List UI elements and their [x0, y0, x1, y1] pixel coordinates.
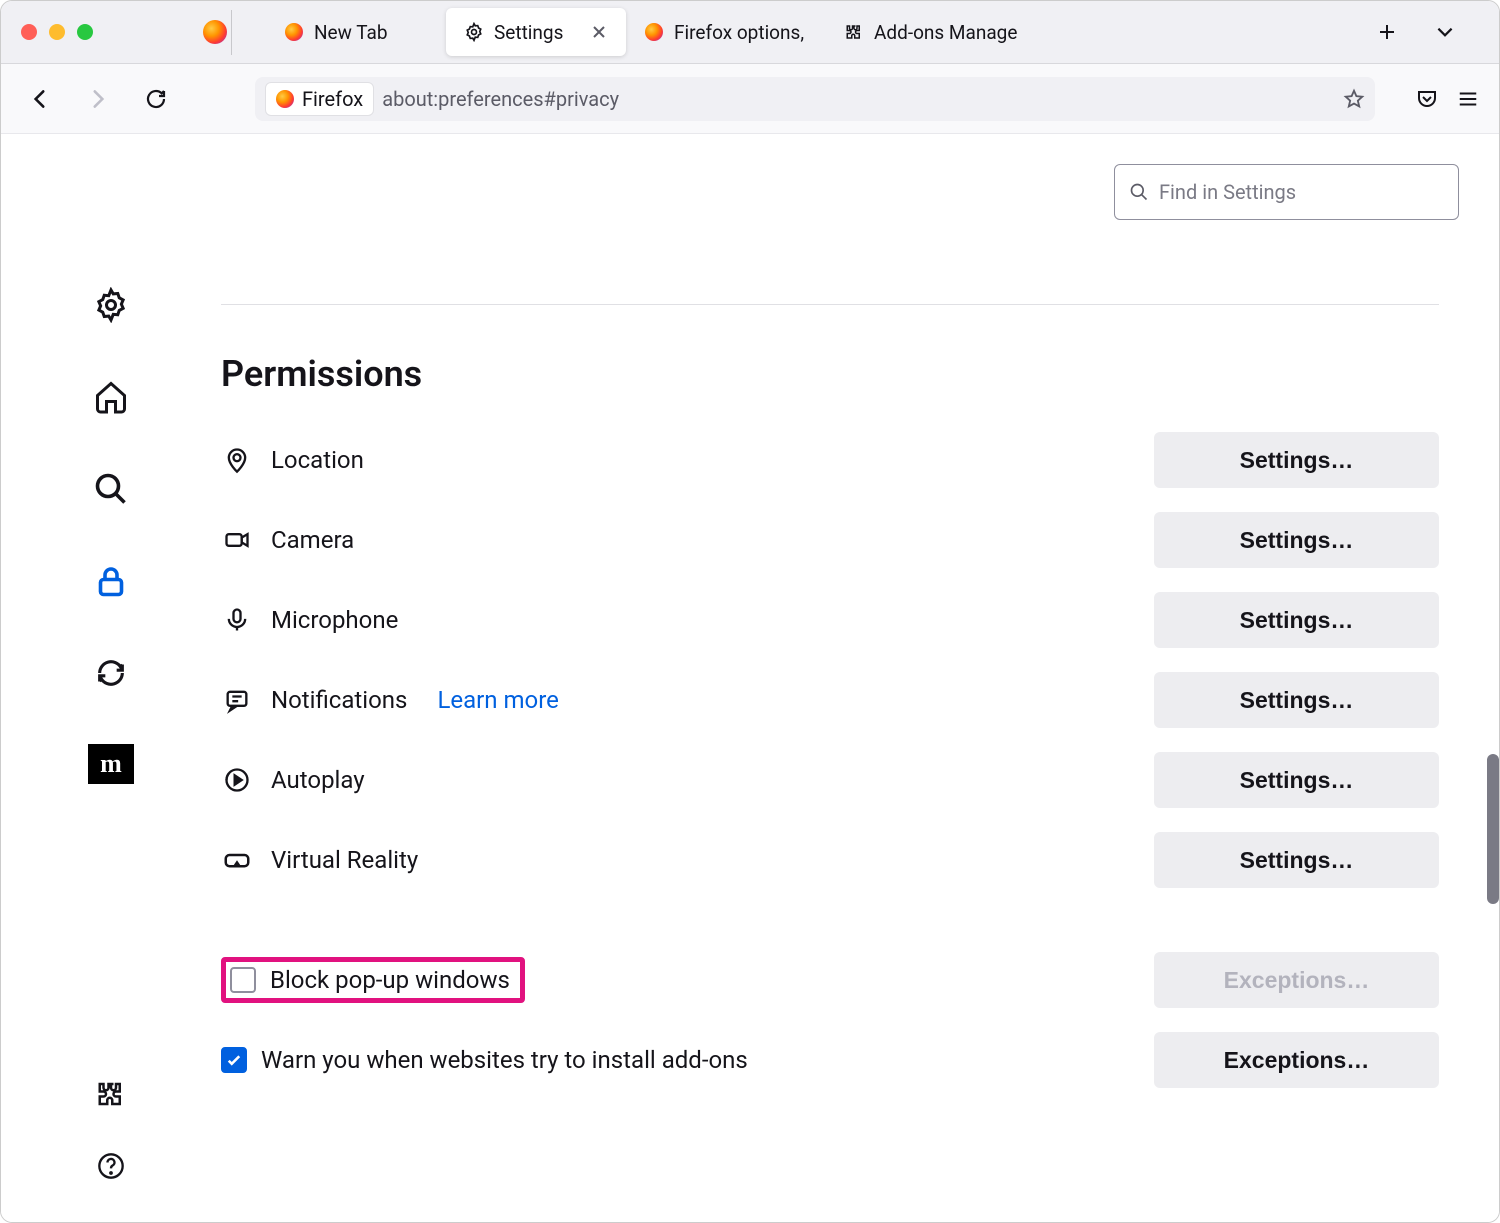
- tab-label: Settings: [494, 21, 563, 44]
- minimize-window-button[interactable]: [49, 24, 65, 40]
- tab-actions: [1373, 18, 1499, 46]
- close-window-button[interactable]: [21, 24, 37, 40]
- autoplay-icon: [221, 764, 253, 796]
- reload-button[interactable]: [137, 80, 175, 118]
- permissions-list: Location Settings… Camera Settings…: [221, 425, 1439, 1095]
- permission-label: Location: [271, 446, 364, 474]
- search-placeholder: Find in Settings: [1159, 180, 1296, 204]
- check-icon: [225, 1051, 243, 1069]
- location-settings-button[interactable]: Settings…: [1154, 432, 1439, 488]
- tabs: New Tab Settings Firefox options,: [266, 1, 1035, 63]
- permission-label: Camera: [271, 526, 354, 554]
- vr-icon: [221, 844, 253, 876]
- notifications-icon: [221, 684, 253, 716]
- autoplay-settings-button[interactable]: Settings…: [1154, 752, 1439, 808]
- tab-label: Add-ons Manage: [874, 21, 1017, 44]
- window-controls: [1, 24, 113, 40]
- sidebar-item-help[interactable]: [95, 1150, 127, 1182]
- block-popups-row: Block pop-up windows Exceptions…: [221, 945, 1439, 1015]
- sidebar-item-general[interactable]: [90, 284, 132, 326]
- warn-addons-checkbox[interactable]: [221, 1047, 247, 1073]
- permission-notifications: Notifications Learn more Settings…: [221, 665, 1439, 735]
- permissions-heading: Permissions: [221, 353, 1439, 395]
- sidebar-item-extensions[interactable]: [95, 1078, 127, 1110]
- warn-addons-row: Warn you when websites try to install ad…: [221, 1025, 1439, 1095]
- tab-label: Firefox options,: [674, 21, 804, 44]
- warn-addons-label: Warn you when websites try to install ad…: [261, 1046, 748, 1074]
- divider: [221, 304, 1439, 305]
- permission-label: Virtual Reality: [271, 846, 418, 874]
- firefox-app-icon: [203, 20, 227, 44]
- url-bar[interactable]: Firefox about:preferences#privacy: [255, 77, 1375, 121]
- notifications-settings-button[interactable]: Settings…: [1154, 672, 1439, 728]
- permission-camera: Camera Settings…: [221, 505, 1439, 575]
- maximize-window-button[interactable]: [77, 24, 93, 40]
- back-button[interactable]: [21, 80, 59, 118]
- identity-label: Firefox: [302, 87, 363, 111]
- sidebar-bottom: [95, 1078, 127, 1222]
- firefox-icon: [276, 90, 294, 108]
- list-all-tabs-button[interactable]: [1431, 18, 1459, 46]
- tab-bar: New Tab Settings Firefox options,: [1, 1, 1499, 64]
- bookmark-star-button[interactable]: [1343, 88, 1365, 110]
- firefox-icon: [284, 22, 304, 42]
- permission-vr: Virtual Reality Settings…: [221, 825, 1439, 895]
- block-popups-label: Block pop-up windows: [270, 966, 510, 994]
- sidebar-item-privacy[interactable]: [90, 560, 132, 602]
- settings-main: Find in Settings Permissions Location Se…: [221, 134, 1499, 1222]
- tab-new-tab[interactable]: New Tab: [266, 8, 446, 56]
- microphone-icon: [221, 604, 253, 636]
- find-in-settings-input[interactable]: Find in Settings: [1114, 164, 1459, 220]
- tab-addons-manager[interactable]: Add-ons Manage: [826, 8, 1035, 56]
- scrollbar-thumb[interactable]: [1487, 754, 1499, 904]
- settings-sidebar: m: [1, 134, 221, 1222]
- block-popups-checkbox[interactable]: [230, 967, 256, 993]
- sidebar-item-sync[interactable]: [90, 652, 132, 694]
- toolbar-right: [1395, 87, 1479, 111]
- nav-toolbar: Firefox about:preferences#privacy: [1, 64, 1499, 134]
- app-menu-button[interactable]: [1457, 88, 1479, 110]
- permission-location: Location Settings…: [221, 425, 1439, 495]
- settings-content: m Find in Settings Permissions: [1, 134, 1499, 1222]
- permission-autoplay: Autoplay Settings…: [221, 745, 1439, 815]
- permission-label: Microphone: [271, 606, 398, 634]
- highlight-annotation: Block pop-up windows: [221, 957, 525, 1003]
- sidebar-item-home[interactable]: [90, 376, 132, 418]
- sidebar-item-search[interactable]: [90, 468, 132, 510]
- mozilla-logo[interactable]: m: [88, 744, 134, 784]
- vr-settings-button[interactable]: Settings…: [1154, 832, 1439, 888]
- camera-settings-button[interactable]: Settings…: [1154, 512, 1439, 568]
- close-tab-button[interactable]: [590, 23, 608, 41]
- new-tab-button[interactable]: [1373, 18, 1401, 46]
- gear-icon: [464, 22, 484, 42]
- notifications-learn-more-link[interactable]: Learn more: [437, 686, 558, 714]
- tab-label: New Tab: [314, 21, 388, 44]
- browser-window: New Tab Settings Firefox options,: [0, 0, 1500, 1223]
- firefox-icon: [644, 22, 664, 42]
- camera-icon: [221, 524, 253, 556]
- tab-firefox-options[interactable]: Firefox options,: [626, 8, 826, 56]
- tab-settings[interactable]: Settings: [446, 8, 626, 56]
- pocket-button[interactable]: [1415, 87, 1439, 111]
- identity-box[interactable]: Firefox: [265, 82, 374, 116]
- block-popups-exceptions-button[interactable]: Exceptions…: [1154, 952, 1439, 1008]
- search-icon: [1129, 182, 1149, 202]
- warn-addons-exceptions-button[interactable]: Exceptions…: [1154, 1032, 1439, 1088]
- puzzle-icon: [844, 22, 864, 42]
- permission-microphone: Microphone Settings…: [221, 585, 1439, 655]
- location-icon: [221, 444, 253, 476]
- divider: [231, 10, 232, 55]
- url-text: about:preferences#privacy: [382, 87, 619, 111]
- permission-label: Notifications: [271, 686, 407, 714]
- permission-label: Autoplay: [271, 766, 365, 794]
- microphone-settings-button[interactable]: Settings…: [1154, 592, 1439, 648]
- forward-button[interactable]: [79, 80, 117, 118]
